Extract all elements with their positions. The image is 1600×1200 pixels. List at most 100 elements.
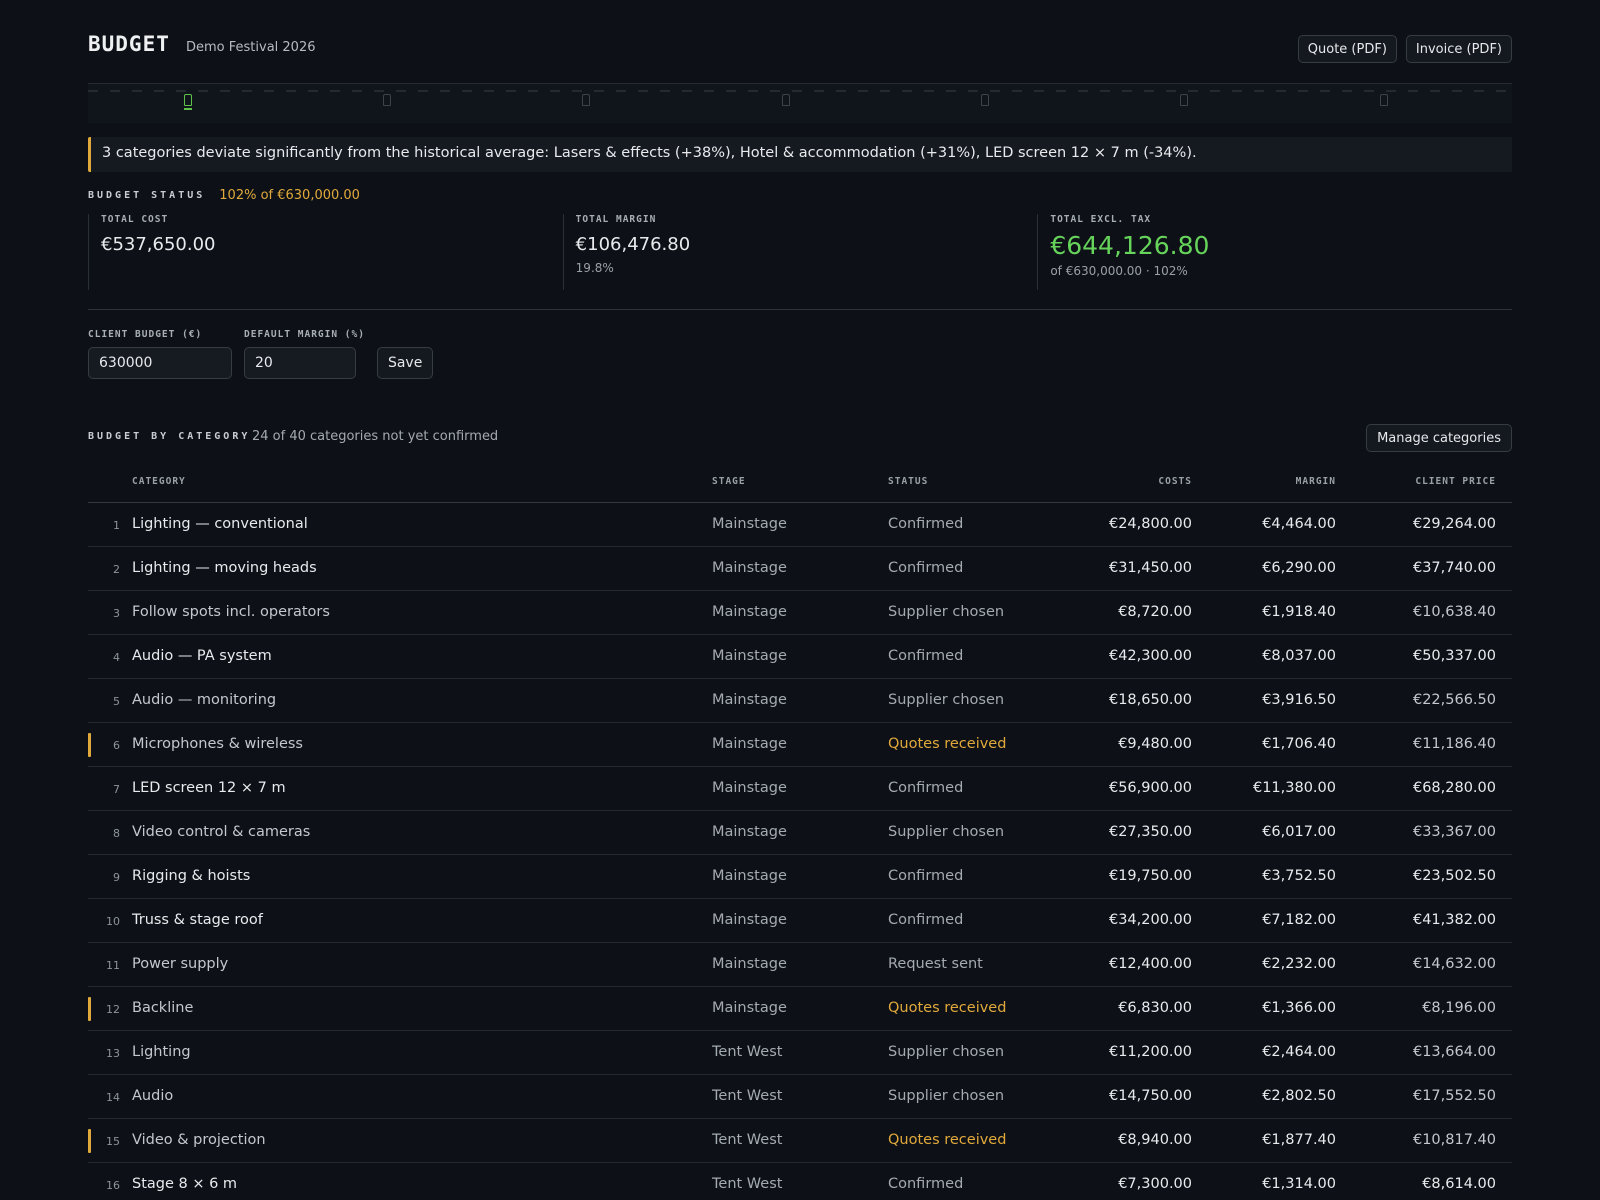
table-row[interactable]: 10 Truss & stage roof Mainstage Confirmed €3… <box>88 899 1512 943</box>
table-row[interactable]: 9 Rigging & hoists Mainstage Confirmed €19,7… <box>88 855 1512 899</box>
stage-cell: Mainstage <box>712 516 787 532</box>
row-number: 10 <box>106 915 120 928</box>
table-body: 1 Lighting — conventional Mainstage Confirm… <box>88 503 1512 1200</box>
page-title: BUDGET <box>88 32 170 56</box>
margin-cell: €2,232.00 <box>1262 956 1336 972</box>
default-margin-input[interactable] <box>244 347 356 379</box>
manage-categories-button[interactable]: Manage categories <box>1366 424 1512 452</box>
client-price-cell: €11,186.40 <box>1412 736 1496 752</box>
category-name[interactable]: LED screen 12 × 7 m <box>132 780 286 796</box>
client-price-cell: €8,614.00 <box>1422 1176 1496 1192</box>
costs-cell: €18,650.00 <box>1108 692 1192 708</box>
table-row[interactable]: 5 Audio — monitoring Mainstage Supplier cho… <box>88 679 1512 723</box>
row-number: 4 <box>113 651 120 664</box>
costs-cell: €19,750.00 <box>1108 868 1192 884</box>
stage-cell: Tent West <box>712 1044 783 1060</box>
category-name[interactable]: Stage 8 × 6 m <box>132 1176 237 1192</box>
client-price-cell: €10,817.40 <box>1412 1132 1496 1148</box>
category-name[interactable]: Audio <box>132 1088 173 1104</box>
timeline-marker-icon[interactable] <box>981 94 989 106</box>
table-row[interactable]: 13 Lighting Tent West Supplier chosen €11,20… <box>88 1031 1512 1075</box>
column-header-status[interactable]: STATUS <box>888 476 928 487</box>
column-header-category[interactable]: CATEGORY <box>132 476 186 487</box>
budget-stats: TOTAL COST €537,650.00 TOTAL MARGIN €106… <box>88 214 1512 290</box>
column-header-margin[interactable]: MARGIN <box>1296 476 1336 487</box>
quote-pdf-button[interactable]: Quote (PDF) <box>1297 35 1397 63</box>
margin-cell: €6,017.00 <box>1262 824 1336 840</box>
deviation-alert: 3 categories deviate significantly from … <box>88 137 1512 172</box>
client-price-cell: €41,382.00 <box>1412 912 1496 928</box>
category-name[interactable]: Rigging & hoists <box>132 868 250 884</box>
table-row[interactable]: 6 Microphones & wireless Mainstage Quotes r… <box>88 723 1512 767</box>
row-number: 3 <box>113 607 120 620</box>
costs-cell: €8,720.00 <box>1118 604 1192 620</box>
column-header-costs[interactable]: COSTS <box>1158 476 1192 487</box>
client-price-cell: €68,280.00 <box>1412 780 1496 796</box>
costs-cell: €27,350.00 <box>1108 824 1192 840</box>
timeline-marker-icon[interactable] <box>582 94 590 106</box>
budget-status-label: BUDGET STATUS <box>88 189 206 201</box>
budget-status-header: BUDGET STATUS 102% of €630,000.00 <box>88 187 360 203</box>
stage-cell: Mainstage <box>712 692 787 708</box>
client-budget-input[interactable] <box>88 347 232 379</box>
client-price-cell: €22,566.50 <box>1412 692 1496 708</box>
table-header: CATEGORY STAGE STATUS COSTS MARGIN CLIEN… <box>88 462 1512 503</box>
table-row[interactable]: 2 Lighting — moving heads Mainstage Confirm… <box>88 547 1512 591</box>
category-name[interactable]: Video & projection <box>132 1132 266 1148</box>
category-table: CATEGORY STAGE STATUS COSTS MARGIN CLIEN… <box>88 462 1512 1200</box>
stage-cell: Mainstage <box>712 648 787 664</box>
timeline-marker-icon[interactable] <box>1380 94 1388 106</box>
stat-total-cost: TOTAL COST €537,650.00 <box>88 214 563 290</box>
category-name[interactable]: Video control & cameras <box>132 824 310 840</box>
timeline-marker-icon[interactable] <box>782 94 790 106</box>
section-divider <box>88 309 1512 310</box>
costs-cell: €12,400.00 <box>1108 956 1192 972</box>
budget-status-summary: 102% of €630,000.00 <box>219 187 360 203</box>
table-row[interactable]: 12 Backline Mainstage Quotes received €6,830… <box>88 987 1512 1031</box>
stage-cell: Mainstage <box>712 604 787 620</box>
timeline-marker-active-icon[interactable] <box>184 94 192 110</box>
budget-page: BUDGET Demo Festival 2026 Quote (PDF) In… <box>88 0 1512 1200</box>
status-cell: Quotes received <box>888 1132 1007 1148</box>
category-name[interactable]: Lighting — conventional <box>132 516 308 532</box>
category-name[interactable]: Audio — monitoring <box>132 692 276 708</box>
category-name[interactable]: Backline <box>132 1000 193 1016</box>
row-number: 7 <box>113 783 120 796</box>
table-row[interactable]: 7 LED screen 12 × 7 m Mainstage Confirmed €5… <box>88 767 1512 811</box>
client-price-cell: €8,196.00 <box>1422 1000 1496 1016</box>
timeline-marker-icon[interactable] <box>383 94 391 106</box>
save-button[interactable]: Save <box>376 347 434 379</box>
category-name[interactable]: Power supply <box>132 956 228 972</box>
status-cell: Confirmed <box>888 780 964 796</box>
status-cell: Confirmed <box>888 516 964 532</box>
table-row[interactable]: 15 Video & projection Tent West Quotes rece… <box>88 1119 1512 1163</box>
column-header-stage[interactable]: STAGE <box>712 476 746 487</box>
category-name[interactable]: Microphones & wireless <box>132 736 303 752</box>
costs-cell: €6,830.00 <box>1118 1000 1192 1016</box>
invoice-pdf-button[interactable]: Invoice (PDF) <box>1405 35 1512 63</box>
status-cell: Confirmed <box>888 1176 964 1192</box>
row-number: 1 <box>113 519 120 532</box>
table-row[interactable]: 8 Video control & cameras Mainstage Supplie… <box>88 811 1512 855</box>
table-row[interactable]: 11 Power supply Mainstage Request sent €12,4… <box>88 943 1512 987</box>
column-header-client-price[interactable]: CLIENT PRICE <box>1415 476 1496 487</box>
table-row[interactable]: 1 Lighting — conventional Mainstage Confirm… <box>88 503 1512 547</box>
category-name[interactable]: Lighting — moving heads <box>132 560 317 576</box>
category-name[interactable]: Truss & stage roof <box>132 912 263 928</box>
timeline-marker-icon[interactable] <box>1180 94 1188 106</box>
status-cell: Quotes received <box>888 1000 1007 1016</box>
stat-total-margin: TOTAL MARGIN €106,476.80 19.8% <box>562 214 1038 290</box>
category-name[interactable]: Audio — PA system <box>132 648 272 664</box>
category-name[interactable]: Lighting <box>132 1044 191 1060</box>
stat-sub: of €630,000.00 · 102% <box>1050 264 1188 278</box>
category-name[interactable]: Follow spots incl. operators <box>132 604 330 620</box>
row-number: 13 <box>106 1047 120 1060</box>
stage-cell: Mainstage <box>712 560 787 576</box>
client-price-cell: €37,740.00 <box>1412 560 1496 576</box>
table-row[interactable]: 14 Audio Tent West Supplier chosen €14,750.0… <box>88 1075 1512 1119</box>
table-row[interactable]: 3 Follow spots incl. operators Mainstage Su… <box>88 591 1512 635</box>
status-cell: Supplier chosen <box>888 1088 1005 1104</box>
table-row[interactable]: 4 Audio — PA system Mainstage Confirmed €42,… <box>88 635 1512 679</box>
row-number: 12 <box>106 1003 120 1016</box>
table-row[interactable]: 16 Stage 8 × 6 m Tent West Confirmed €7,300.… <box>88 1163 1512 1200</box>
